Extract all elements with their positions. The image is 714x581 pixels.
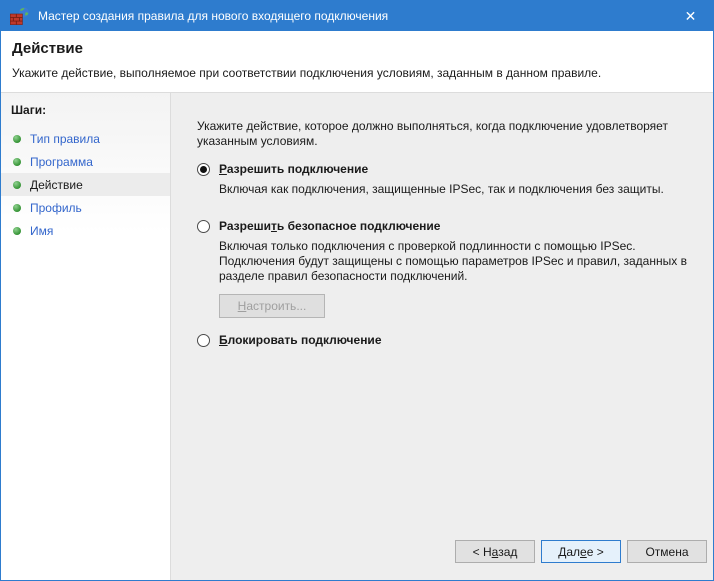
wizard-navigation: < Назад Далее > Отмена [449, 540, 707, 563]
step-bullet-icon [13, 134, 21, 143]
step-label: Тип правила [30, 131, 100, 146]
radio-allow-secure-description: Включая только подключения с проверкой п… [219, 239, 687, 283]
option-allow-secure-connection: Разрешить безопасное подключение Включая… [197, 219, 697, 318]
content-intro: Укажите действие, которое должно выполня… [197, 119, 668, 148]
page-description: Укажите действие, выполняемое при соотве… [12, 66, 602, 80]
sidebar-item-name[interactable]: Имя [1, 219, 170, 242]
step-label: Действие [30, 177, 83, 192]
configure-button[interactable]: Настроить... [219, 294, 325, 318]
sidebar-item-program[interactable]: Программа [1, 150, 170, 173]
wizard-body: Шаги: Тип правила Программа Действие Про… [1, 93, 713, 580]
step-bullet-icon [13, 203, 21, 212]
option-block-connection: Блокировать подключение [197, 333, 697, 348]
sidebar-item-profile[interactable]: Профиль [1, 196, 170, 219]
option-allow-connection: Разрешить подключение Включая как подклю… [197, 162, 697, 197]
step-bullet-icon [13, 157, 21, 166]
step-label: Профиль [30, 200, 82, 215]
radio-allow-secure-label[interactable]: Разрешить безопасное подключение [219, 219, 697, 234]
back-button[interactable]: < Назад [455, 540, 535, 563]
step-label: Программа [30, 154, 93, 169]
sidebar-item-rule-type[interactable]: Тип правила [1, 127, 170, 150]
content-panel: Укажите действие, которое должно выполня… [171, 93, 713, 580]
close-icon: ✕ [684, 7, 697, 24]
wizard-header: Действие Укажите действие, выполняемое п… [1, 31, 713, 93]
radio-allow-description: Включая как подключения, защищенные IPSe… [219, 182, 664, 196]
window-title: Мастер создания правила для нового входя… [38, 9, 389, 23]
step-bullet-icon [13, 226, 21, 235]
radio-allow-label[interactable]: Разрешить подключение [219, 162, 664, 177]
steps-sidebar: Шаги: Тип правила Программа Действие Про… [1, 93, 171, 580]
sidebar-item-action[interactable]: Действие [1, 173, 170, 196]
radio-allow-connection[interactable] [197, 163, 210, 176]
wizard-window: Мастер создания правила для нового входя… [0, 0, 714, 581]
steps-heading: Шаги: [11, 103, 47, 117]
titlebar: Мастер создания правила для нового входя… [1, 1, 713, 31]
step-bullet-icon [13, 180, 21, 189]
radio-block-label[interactable]: Блокировать подключение [219, 333, 382, 348]
next-button[interactable]: Далее > [541, 540, 621, 563]
page-title: Действие [12, 40, 83, 57]
cancel-button[interactable]: Отмена [627, 540, 707, 563]
close-button[interactable]: ✕ [668, 1, 713, 31]
radio-allow-secure-connection[interactable] [197, 220, 210, 233]
firewall-icon [10, 7, 30, 25]
step-label: Имя [30, 223, 54, 238]
radio-block-connection[interactable] [197, 334, 210, 347]
